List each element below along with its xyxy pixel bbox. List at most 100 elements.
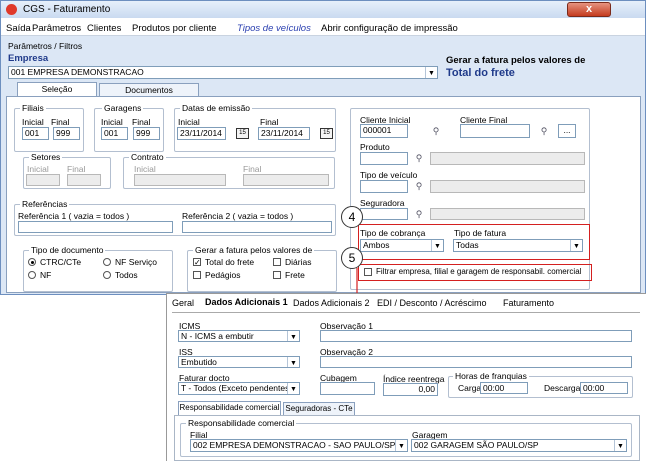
garagens-final-input[interactable]: 999 (133, 127, 160, 140)
chk-total-frete[interactable]: ✓ (193, 258, 201, 267)
chevron-down-icon (431, 240, 443, 251)
carga-input[interactable]: 00:00 (480, 382, 528, 394)
filiais-label: Filiais (20, 103, 46, 113)
descarga-label: Descarga (544, 383, 581, 393)
chk-pedagios-label: Pedágios (205, 270, 241, 280)
chk-pedagios[interactable] (193, 271, 201, 279)
more-button[interactable]: ... (558, 124, 576, 138)
tipo-fatura-select[interactable]: Todas (453, 239, 583, 252)
referencias-label: Referências (20, 199, 70, 209)
garagens-final-label: Final (132, 117, 151, 127)
sub-tab-edi[interactable]: EDI / Desconto / Acréscimo (377, 298, 487, 308)
binoculars-icon[interactable]: ⚲ (427, 125, 445, 138)
contrato-inicial-input[interactable] (134, 174, 226, 186)
chk-frete[interactable] (273, 271, 281, 279)
faturar-docto-select[interactable]: T - Todos (Exceto pendentes) (178, 382, 300, 395)
tipo-cobranca-value: Ambos (363, 240, 390, 250)
calendar-icon[interactable]: 15 (320, 128, 333, 139)
radio-todos[interactable] (103, 271, 111, 279)
binoculars-icon[interactable]: ⚲ (535, 125, 553, 138)
cliente-final-input[interactable] (460, 124, 530, 138)
setores-inicial-input[interactable] (26, 174, 60, 186)
radio-ctrc[interactable] (28, 258, 36, 266)
chk-filtrar[interactable] (364, 268, 372, 276)
datas-inicial-label: Inicial (178, 117, 200, 127)
filial-select[interactable]: 002 EMPRESA DEMONSTRACAO - SAO PAULO/SP (190, 439, 408, 452)
descarga-input[interactable]: 00:00 (580, 382, 628, 394)
sub-tab-faturamento[interactable]: Faturamento (503, 298, 554, 308)
tab-documentos[interactable]: Documentos (99, 83, 199, 97)
cubagem-input[interactable] (320, 382, 375, 395)
icms-select[interactable]: N - ICMS a embutir (178, 330, 300, 342)
filial-value: 002 EMPRESA DEMONSTRACAO - SAO PAULO/SP (193, 440, 396, 450)
garagens-inicial-input[interactable]: 001 (101, 127, 128, 140)
tab-selecao[interactable]: Seleção (17, 82, 97, 96)
tipo-fatura-value: Todas (456, 240, 479, 250)
horas-label: Horas de franquias (453, 371, 529, 381)
contrato-final-input[interactable] (243, 174, 329, 186)
tipo-cobranca-select[interactable]: Ambos (360, 239, 444, 252)
menu-parametros[interactable]: Parâmetros (32, 23, 81, 34)
ref2-label: Referência 2 ( vazia = todos ) (182, 211, 294, 221)
close-button[interactable]: x (567, 2, 611, 17)
chevron-down-icon (425, 67, 437, 78)
produto-input[interactable] (360, 152, 408, 165)
indice-input[interactable]: 0,00 (383, 383, 438, 396)
garagem-select[interactable]: 002 GARAGEM SÃO PAULO/SP (411, 439, 627, 452)
tipo-doc-label: Tipo de documento (29, 245, 106, 255)
binoculars-icon[interactable]: ⚲ (410, 180, 428, 193)
data-inicial-input[interactable]: 23/11/2014 (177, 127, 226, 140)
ref1-input[interactable] (18, 221, 173, 233)
obs2-input[interactable] (320, 356, 632, 368)
empresa-select[interactable]: 001 EMPRESA DEMONSTRACAO (8, 66, 438, 79)
app-icon (6, 4, 17, 15)
menu-impressao[interactable]: Abrir configuração de impressão (321, 23, 458, 34)
data-final-input[interactable]: 23/11/2014 (258, 127, 310, 140)
seguradora-desc (430, 208, 585, 220)
empresa-value: 001 EMPRESA DEMONSTRACAO (11, 67, 144, 77)
tipo-veiculo-label: Tipo de veículo (360, 170, 418, 180)
empresa-label: Empresa (8, 53, 49, 64)
menu-tipos-veiculos[interactable]: Tipos de veículos (237, 23, 311, 34)
radio-nf-label: NF (40, 270, 52, 280)
chk-filtrar-label: Filtrar empresa, filial e garagem de res… (376, 267, 582, 276)
filiais-inicial-input[interactable]: 001 (22, 127, 49, 140)
tipo-veiculo-input[interactable] (360, 180, 408, 193)
radio-ctrc-label: CTRC/CTe (40, 257, 82, 267)
radio-nf-servico[interactable] (103, 258, 111, 266)
datas-final-label: Final (260, 117, 279, 127)
radio-nf[interactable] (28, 271, 36, 279)
binoculars-icon[interactable]: ⚲ (410, 208, 428, 221)
seguradora-label: Seguradora (360, 198, 405, 208)
sub-tab-dados2[interactable]: Dados Adicionais 2 (293, 298, 370, 308)
menu-clientes[interactable]: Clientes (87, 23, 121, 34)
produto-desc (430, 152, 585, 165)
faturar-label: Gerar a fatura pelos valores de (446, 55, 586, 66)
ref1-label: Referência 1 ( vazia = todos ) (18, 211, 130, 221)
menu-produtos[interactable]: Produtos por cliente (132, 23, 217, 34)
setores-final-input[interactable] (67, 174, 101, 186)
cliente-inicial-input[interactable]: 000001 (360, 124, 408, 138)
contrato-label: Contrato (129, 152, 166, 162)
tipo-cobranca-label: Tipo de cobrança (360, 228, 426, 238)
iss-select[interactable]: Embutido (178, 356, 300, 368)
calendar-icon[interactable]: 15 (236, 128, 249, 139)
chk-total-frete-label: Total do frete (205, 257, 255, 267)
filiais-final-input[interactable]: 999 (53, 127, 80, 140)
binoculars-icon[interactable]: ⚲ (410, 152, 428, 165)
sub-tab-geral[interactable]: Geral (172, 298, 194, 308)
obs1-input[interactable] (320, 330, 632, 342)
resp-label: Responsabilidade comercial (186, 418, 297, 428)
tipo-fatura-label: Tipo de fatura (454, 228, 507, 238)
sub-tab-dados1[interactable]: Dados Adicionais 1 (205, 297, 288, 307)
subtab-seguradoras[interactable]: Seguradoras - CTe (283, 402, 355, 416)
chk-diarias[interactable] (273, 258, 281, 266)
ref2-input[interactable] (182, 221, 332, 233)
params-label: Parâmetros / Filtros (8, 41, 83, 51)
contrato-inicial-label: Inicial (134, 164, 156, 174)
carga-label: Carga (458, 383, 482, 393)
menu-saida[interactable]: Saída (6, 23, 31, 34)
selection-panel: Filiais Inicial Final 001 999 Garagens I… (6, 96, 641, 293)
subtab-resp[interactable]: Responsabilidade comercial (178, 401, 281, 415)
seguradora-input[interactable] (360, 208, 408, 220)
